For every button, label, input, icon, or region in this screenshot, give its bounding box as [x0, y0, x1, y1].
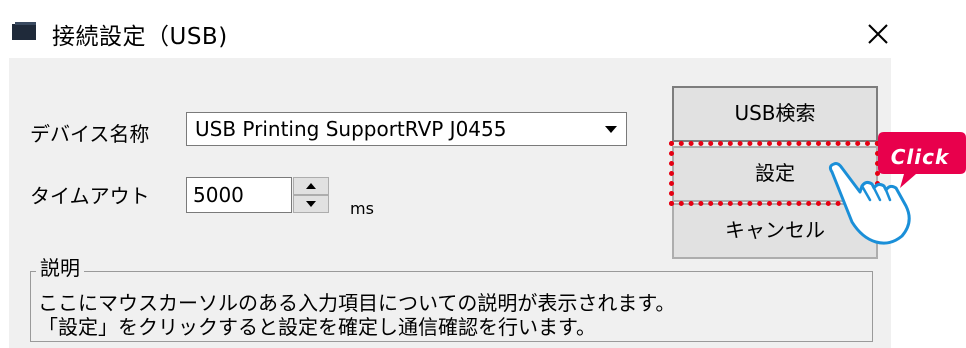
title-bar: 接続設定（USB): [0, 0, 966, 58]
spin-up-button[interactable]: [293, 177, 329, 195]
device-name-select[interactable]: USB Printing SupportRVP J0455: [186, 112, 627, 146]
spin-down-icon: [306, 201, 316, 207]
device-name-value: USB Printing SupportRVP J0455: [195, 117, 507, 141]
window-title: 接続設定（USB): [52, 24, 228, 50]
description-line-2: 「設定」をクリックすると設定を確定し通信確認を行います。: [38, 315, 596, 339]
usb-search-button[interactable]: USB検索: [672, 86, 878, 142]
pointing-hand-icon: [828, 162, 911, 245]
timeout-label: タイムアウト: [30, 184, 150, 208]
spin-down-button[interactable]: [293, 195, 329, 213]
dropdown-arrow-icon[interactable]: [601, 120, 621, 139]
description-title: 説明: [36, 252, 84, 281]
timeout-input[interactable]: 5000: [186, 177, 292, 213]
timeout-unit: ms: [350, 199, 374, 218]
close-icon[interactable]: [858, 16, 898, 52]
spin-up-icon: [306, 183, 316, 189]
app-icon: [12, 22, 36, 40]
device-name-label: デバイス名称: [30, 122, 150, 146]
timeout-stepper[interactable]: [293, 177, 329, 213]
timeout-value: 5000: [193, 183, 244, 207]
